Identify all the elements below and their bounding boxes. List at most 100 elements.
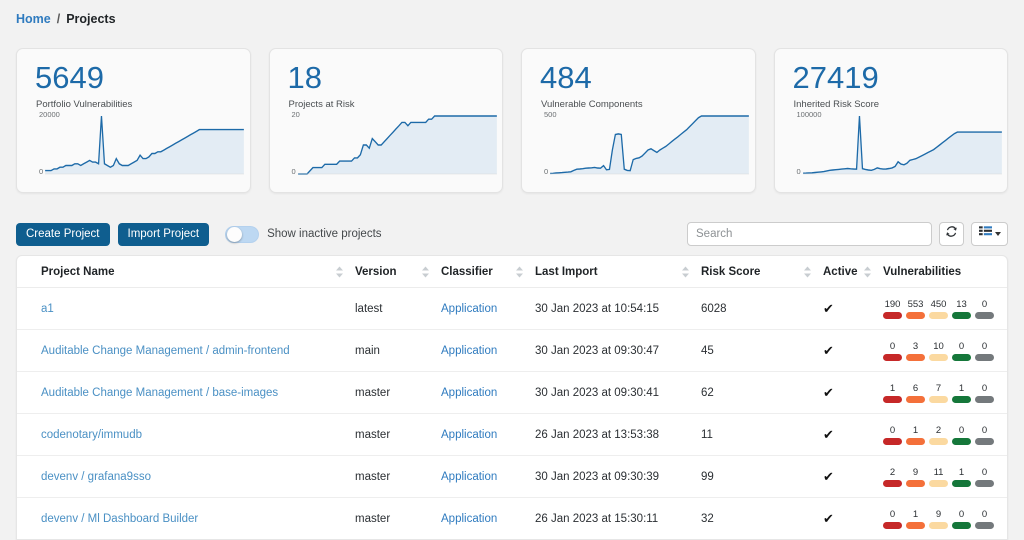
vulnerability-high[interactable]: 553 bbox=[906, 299, 925, 319]
projects-page: Home / Projects 5649 Portfolio Vulnerabi… bbox=[0, 0, 1024, 540]
sort-icon[interactable] bbox=[864, 266, 871, 277]
vulnerability-high[interactable]: 1 bbox=[906, 509, 925, 529]
vulnerability-count: 0 bbox=[981, 340, 988, 352]
column-header-risk-score[interactable]: Risk Score bbox=[701, 256, 823, 288]
axis-min-label: 0 bbox=[544, 167, 549, 176]
vulnerability-critical[interactable]: 0 bbox=[883, 509, 902, 529]
vulnerability-count: 0 bbox=[981, 298, 988, 310]
classifier-link[interactable]: Application bbox=[441, 387, 497, 399]
vulnerability-medium[interactable]: 9 bbox=[929, 509, 948, 529]
project-name-link[interactable]: Auditable Change Management / base-image… bbox=[41, 387, 278, 399]
column-header-classifier[interactable]: Classifier bbox=[441, 256, 535, 288]
severity-bar-critical bbox=[883, 311, 902, 319]
vulnerability-count: 2 bbox=[935, 424, 942, 436]
table-row[interactable]: Auditable Change Management / base-image… bbox=[17, 371, 1007, 414]
vulnerability-unassigned[interactable]: 0 bbox=[975, 509, 994, 529]
sort-icon[interactable] bbox=[804, 266, 811, 277]
project-name-link[interactable]: a1 bbox=[41, 303, 54, 315]
column-header-label: Project Name bbox=[41, 266, 115, 278]
sort-icon[interactable] bbox=[336, 266, 343, 277]
sort-icon[interactable] bbox=[422, 266, 429, 277]
vulnerability-count: 0 bbox=[889, 508, 896, 520]
vulnerability-critical[interactable]: 190 bbox=[883, 299, 902, 319]
stat-card-vulnerable-components[interactable]: 484 Vulnerable Components 500 0 bbox=[521, 48, 756, 193]
vulnerability-medium[interactable]: 11 bbox=[929, 467, 948, 487]
project-name-link[interactable]: codenotary/immudb bbox=[41, 429, 142, 441]
columns-icon bbox=[978, 225, 992, 243]
vulnerability-critical[interactable]: 2 bbox=[883, 467, 902, 487]
refresh-icon bbox=[945, 225, 958, 243]
vulnerability-low[interactable]: 0 bbox=[952, 341, 971, 361]
vulnerability-low[interactable]: 0 bbox=[952, 425, 971, 445]
table-row[interactable]: Auditable Change Management / admin-fron… bbox=[17, 329, 1007, 372]
stat-card-inherited-risk-score[interactable]: 27419 Inherited Risk Score 100000 0 bbox=[773, 48, 1008, 193]
show-inactive-projects-toggle[interactable] bbox=[225, 225, 260, 243]
vulnerability-high[interactable]: 1 bbox=[906, 425, 925, 445]
import-project-button[interactable]: Import Project bbox=[117, 222, 210, 246]
column-header-active[interactable]: Active bbox=[823, 256, 883, 288]
toggle-knob bbox=[227, 226, 243, 242]
vulnerability-unassigned[interactable]: 0 bbox=[975, 425, 994, 445]
breadcrumb-current: Projects bbox=[66, 12, 116, 26]
project-name-link[interactable]: Auditable Change Management / admin-fron… bbox=[41, 345, 290, 357]
cell-risk-score: 45 bbox=[701, 329, 823, 372]
column-header-version[interactable]: Version bbox=[355, 256, 441, 288]
cell-active: ✔ bbox=[823, 413, 883, 456]
sort-icon[interactable] bbox=[516, 266, 523, 277]
classifier-link[interactable]: Application bbox=[441, 471, 497, 483]
column-header-label: Classifier bbox=[441, 266, 493, 278]
cell-last-import: 30 Jan 2023 at 10:54:15 bbox=[535, 287, 701, 330]
search-input[interactable] bbox=[687, 222, 932, 246]
cell-risk-score: 32 bbox=[701, 497, 823, 539]
vulnerability-medium[interactable]: 2 bbox=[929, 425, 948, 445]
columns-selector-button[interactable] bbox=[971, 222, 1008, 246]
stat-card-projects-at-risk[interactable]: 18 Projects at Risk 20 0 bbox=[268, 48, 503, 193]
vulnerability-high[interactable]: 3 bbox=[906, 341, 925, 361]
breadcrumb-home-link[interactable]: Home bbox=[16, 12, 51, 26]
severity-bar-low bbox=[952, 395, 971, 403]
severity-bar-unassigned bbox=[975, 353, 994, 361]
vulnerability-critical[interactable]: 0 bbox=[883, 425, 902, 445]
table-header: Project Name Version Classifier Last Imp… bbox=[17, 256, 1007, 288]
vulnerability-low[interactable]: 1 bbox=[952, 467, 971, 487]
vulnerability-low[interactable]: 0 bbox=[952, 509, 971, 529]
vulnerability-count: 0 bbox=[981, 382, 988, 394]
vulnerability-medium[interactable]: 450 bbox=[929, 299, 948, 319]
column-header-project-name[interactable]: Project Name bbox=[17, 256, 355, 288]
cell-last-import: 30 Jan 2023 at 09:30:39 bbox=[535, 455, 701, 498]
stat-value: 484 bbox=[540, 60, 592, 95]
sort-icon[interactable] bbox=[682, 266, 689, 277]
vulnerability-low[interactable]: 1 bbox=[952, 383, 971, 403]
stat-card-portfolio-vulnerabilities[interactable]: 5649 Portfolio Vulnerabilities 20000 0 bbox=[16, 48, 251, 193]
classifier-link[interactable]: Application bbox=[441, 303, 497, 315]
severity-bar-low bbox=[952, 521, 971, 529]
classifier-link[interactable]: Application bbox=[441, 345, 497, 357]
vulnerability-low[interactable]: 13 bbox=[952, 299, 971, 319]
vulnerability-high[interactable]: 6 bbox=[906, 383, 925, 403]
table-row[interactable]: codenotary/immudb master Application 26 Jan… bbox=[17, 413, 1007, 456]
classifier-link[interactable]: Application bbox=[441, 429, 497, 441]
vulnerability-medium[interactable]: 7 bbox=[929, 383, 948, 403]
vulnerability-medium[interactable]: 10 bbox=[929, 341, 948, 361]
project-name-link[interactable]: devenv / grafana9sso bbox=[41, 471, 151, 483]
vulnerability-unassigned[interactable]: 0 bbox=[975, 299, 994, 319]
column-header-label: Vulnerabilities bbox=[883, 266, 962, 278]
column-header-last-import[interactable]: Last Import bbox=[535, 256, 701, 288]
vulnerability-unassigned[interactable]: 0 bbox=[975, 341, 994, 361]
create-project-button[interactable]: Create Project bbox=[16, 222, 110, 246]
vulnerability-unassigned[interactable]: 0 bbox=[975, 383, 994, 403]
vulnerability-critical[interactable]: 1 bbox=[883, 383, 902, 403]
project-name-link[interactable]: devenv / Ml Dashboard Builder bbox=[41, 513, 198, 525]
classifier-link[interactable]: Application bbox=[441, 513, 497, 525]
table-row[interactable]: devenv / grafana9sso master Application 30 … bbox=[17, 455, 1007, 498]
table-row[interactable]: a1 latest Application 30 Jan 2023 at 10:54:… bbox=[17, 287, 1007, 330]
vulnerability-high[interactable]: 9 bbox=[906, 467, 925, 487]
projects-table-card: Project Name Version Classifier Last Imp… bbox=[16, 255, 1008, 540]
table-row[interactable]: devenv / Ml Dashboard Builder master Appli… bbox=[17, 497, 1007, 539]
refresh-button[interactable] bbox=[939, 222, 964, 246]
cell-active: ✔ bbox=[823, 371, 883, 414]
vulnerability-count: 1 bbox=[889, 382, 896, 394]
vulnerability-critical[interactable]: 0 bbox=[883, 341, 902, 361]
vulnerability-count: 0 bbox=[958, 508, 965, 520]
vulnerability-unassigned[interactable]: 0 bbox=[975, 467, 994, 487]
